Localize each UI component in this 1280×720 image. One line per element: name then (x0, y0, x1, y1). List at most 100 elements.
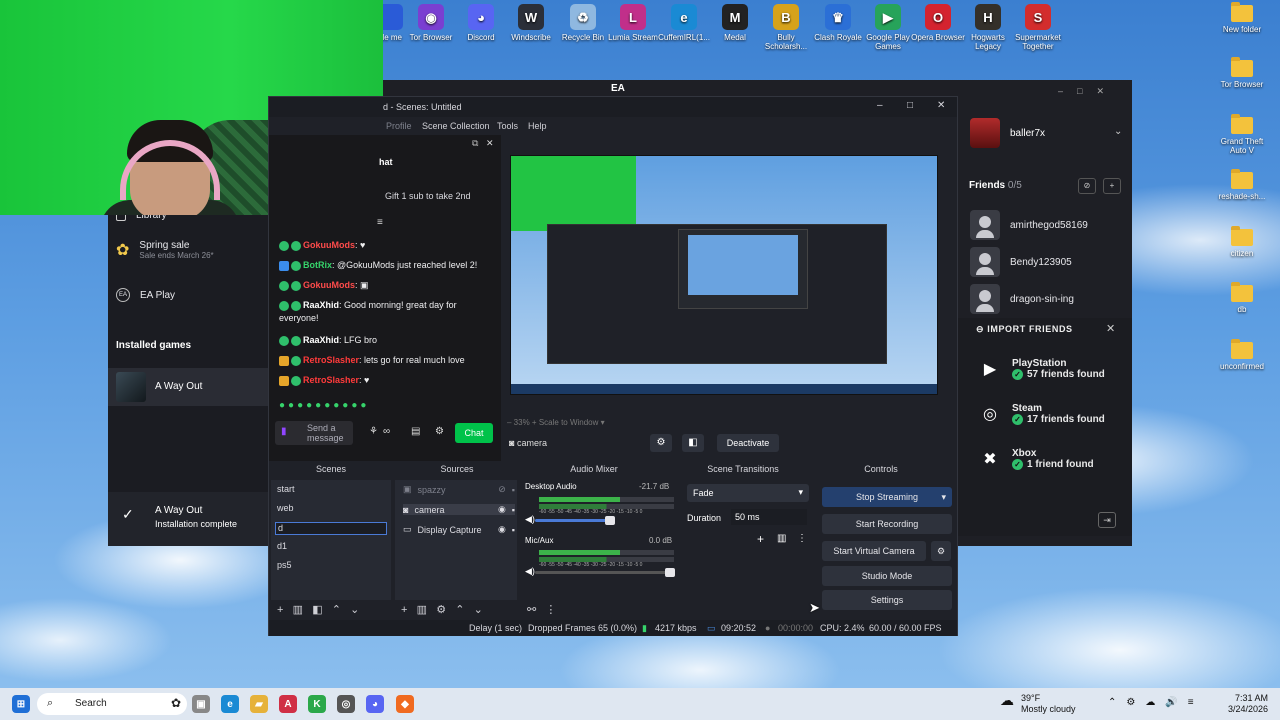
discord-icon[interactable]: ◕ (366, 695, 384, 713)
desktop-audio-slider[interactable] (535, 516, 615, 525)
plus-icon[interactable]: + (277, 604, 283, 616)
menu-tools[interactable]: Tools (497, 121, 518, 131)
desktop-folder[interactable]: unconfirmed (1214, 339, 1270, 371)
desktop-folder[interactable]: db (1214, 282, 1270, 314)
trash-icon[interactable]: ▥ (777, 533, 786, 544)
app-icon[interactable]: K (308, 695, 326, 713)
settings-button[interactable]: Settings (822, 590, 952, 610)
app-icon[interactable]: A (279, 695, 297, 713)
clock[interactable]: 7:31 AM 3/24/2026 (1224, 693, 1268, 715)
add-friend-icon[interactable]: + (1103, 178, 1121, 194)
deactivate-button[interactable]: Deactivate (717, 434, 779, 452)
source-item[interactable]: ▭ Display Capture ◉ ▪ (403, 524, 515, 535)
emote-picker-icon[interactable]: ⚘ (369, 426, 378, 437)
speaker-icon[interactable]: ◀) (525, 514, 535, 525)
stop-streaming-button[interactable]: Stop Streaming ▾ (822, 487, 952, 507)
up-icon[interactable]: ⌃ (332, 604, 341, 616)
friend-item[interactable]: amirthegod58169 (970, 210, 1088, 240)
start-virtual-camera-button[interactable]: Start Virtual Camera (822, 541, 926, 561)
avatar[interactable] (970, 118, 1000, 148)
desktop-icon[interactable]: O Opera Browser (910, 4, 966, 42)
close-icon[interactable]: ✕ (937, 100, 945, 111)
hide-icon[interactable]: ⊘ (1078, 178, 1096, 194)
speaker-icon[interactable]: ◀) (525, 566, 535, 577)
minus-icon[interactable]: – (507, 418, 514, 427)
desktop-folder[interactable]: citizen (1214, 226, 1270, 258)
edge-icon[interactable]: e (221, 695, 239, 713)
scene-item[interactable]: web (277, 503, 294, 513)
menu-scene-collection[interactable]: Scene Collection (422, 121, 490, 131)
plus-icon[interactable]: + (401, 604, 407, 616)
studio-mode-button[interactable]: Studio Mode (822, 566, 952, 586)
eye-icon[interactable]: ◉ (498, 524, 506, 535)
down-icon[interactable]: ⌄ (350, 604, 359, 616)
desktop-folder[interactable]: Grand Theft Auto V (1214, 114, 1270, 155)
desktop-folder[interactable]: New folder (1214, 2, 1270, 34)
chat-username[interactable]: GokuuMods (303, 280, 355, 290)
import-source-item[interactable]: ▶ PlayStation ✓ 57 friends found (980, 358, 1105, 380)
obs-preview[interactable] (510, 155, 938, 395)
desktop-icon[interactable]: e CuffemIRL(1... (656, 4, 712, 42)
friend-item[interactable]: dragon-sin-ing (970, 284, 1074, 314)
scene-item[interactable]: ps5 (277, 560, 292, 570)
gear-icon[interactable]: ⚙ (435, 426, 444, 437)
menu-help[interactable]: Help (528, 121, 547, 131)
chat-username[interactable]: RetroSlasher (303, 355, 359, 365)
desktop-icon[interactable]: S Supermarket Together (1010, 4, 1066, 51)
sidebar-item-spring-sale[interactable]: ✿ Spring sale Sale ends March 26* (116, 240, 214, 260)
source-item[interactable]: ▣ spazzy ⊘ ▪ (403, 484, 515, 495)
friend-item[interactable]: Bendy123905 (970, 247, 1072, 277)
desktop-icon[interactable]: W Windscribe (503, 4, 559, 42)
gear-icon[interactable]: ⚙ (650, 434, 672, 452)
taskbar-search[interactable]: ⌕ Search ✿ (37, 693, 187, 715)
trash-icon[interactable]: ▥ (417, 604, 427, 616)
scale-mode[interactable]: Scale to Window (539, 418, 599, 427)
desktop-folder[interactable]: reshade-sh... (1214, 169, 1270, 201)
desktop-folder[interactable]: Tor Browser (1214, 57, 1270, 89)
down-icon[interactable]: ⌄ (474, 604, 483, 616)
filters-icon[interactable]: ◧ (682, 434, 704, 452)
shop-icon[interactable]: ▤ (411, 426, 420, 437)
desktop-icon[interactable]: ▶ Google Play Games (860, 4, 916, 51)
mic-slider[interactable] (535, 568, 675, 577)
chevron-down-icon[interactable]: ▾ (601, 418, 605, 427)
trash-icon[interactable]: ▥ (293, 604, 303, 616)
gear-icon[interactable]: ⚙ (436, 604, 446, 616)
scene-item[interactable]: d1 (277, 541, 287, 551)
menu-icon[interactable]: ≡ (377, 217, 383, 228)
desktop-icon[interactable]: L Lumia Stream (605, 4, 661, 42)
windows-start-icon[interactable]: ⊞ (12, 695, 30, 713)
close-icon[interactable]: ✕ (1106, 322, 1115, 335)
duration-input[interactable]: 50 ms (731, 509, 807, 525)
obs-icon[interactable]: ◎ (337, 695, 355, 713)
maximize-icon[interactable]: □ (907, 100, 913, 111)
scene-item[interactable]: d (275, 522, 387, 535)
chat-username[interactable]: GokuuMods (303, 240, 355, 250)
import-source-item[interactable]: ◎ Steam ✓ 17 friends found (980, 403, 1105, 425)
minimize-icon[interactable]: – (877, 100, 883, 111)
chat-username[interactable]: RaaXhid (303, 335, 339, 345)
plus-icon[interactable]: + (757, 532, 764, 546)
chat-username[interactable]: BotRix (303, 260, 332, 270)
popout-icon[interactable]: ⧉ (472, 138, 478, 149)
close-icon[interactable]: ✕ (486, 138, 494, 149)
system-tray-icons[interactable]: ⌃⚙☁🔊≡ (1108, 697, 1204, 708)
more-icon[interactable]: ⋮ (797, 533, 807, 544)
chat-username[interactable]: RetroSlasher (303, 375, 359, 385)
eye-icon[interactable]: ◉ (498, 504, 506, 515)
up-icon[interactable]: ⌃ (455, 604, 464, 616)
weather-widget[interactable]: 39°F Mostly cloudy (1021, 693, 1076, 715)
chat-input[interactable]: ▮ Send a message (275, 421, 353, 445)
app-icon[interactable]: ◆ (396, 695, 414, 713)
desktop-icon[interactable]: H Hogwarts Legacy (960, 4, 1016, 51)
installed-game-item[interactable]: A Way Out (108, 368, 270, 406)
infinity-icon[interactable]: ∞ (383, 426, 390, 437)
source-item[interactable]: ◙ camera ◉ ▪ (403, 504, 515, 515)
link-icon[interactable]: ⚯ (527, 604, 536, 616)
menu-profile[interactable]: Profile (386, 121, 412, 131)
import-source-item[interactable]: ✖ Xbox ✓ 1 friend found (980, 448, 1094, 470)
plus-icon[interactable]: + (532, 418, 539, 427)
eye-hidden-icon[interactable]: ⊘ (498, 484, 506, 495)
gear-icon[interactable]: ⚙ (931, 541, 951, 561)
lock-icon[interactable]: ▪ (512, 525, 515, 535)
